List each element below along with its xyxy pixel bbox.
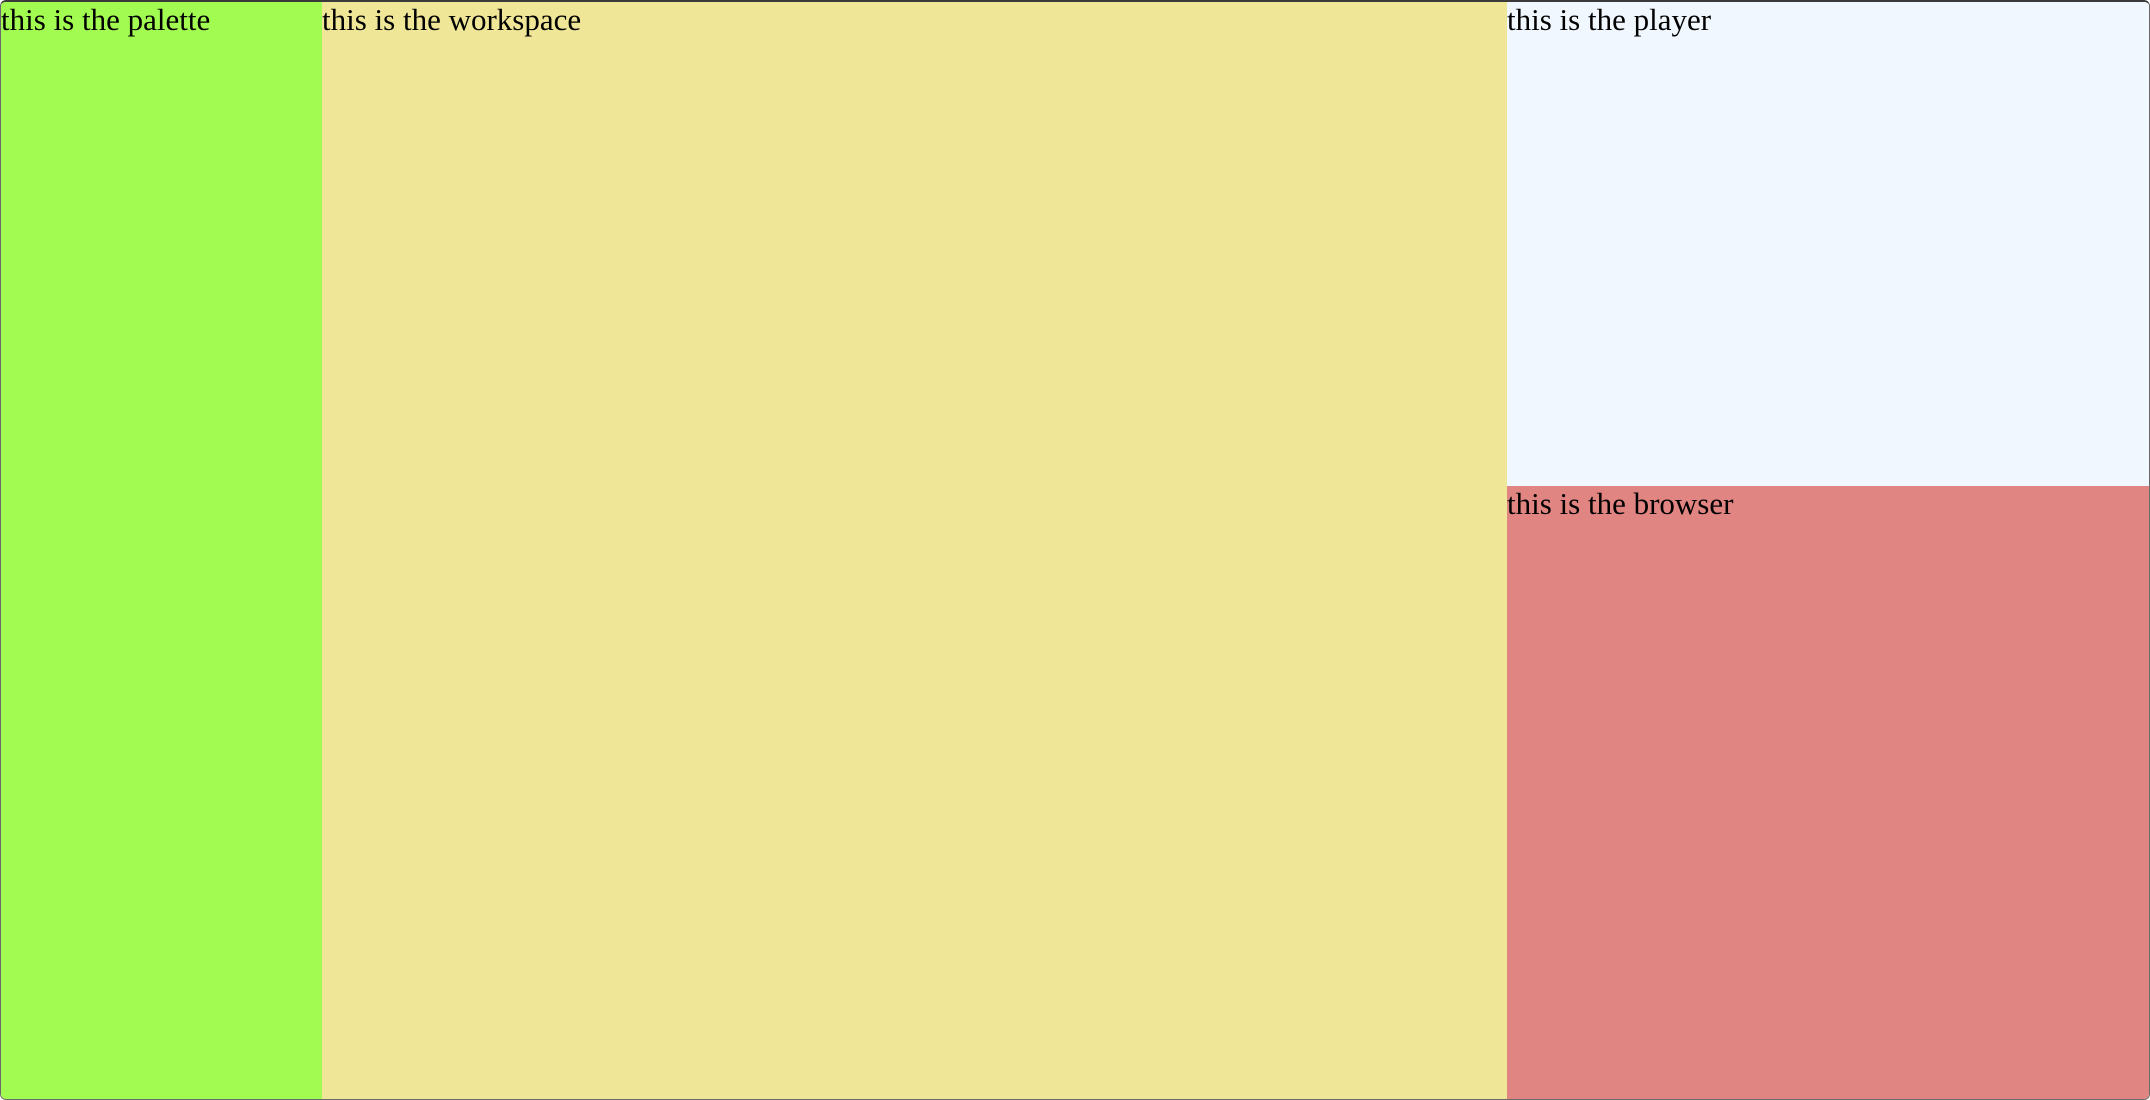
workspace-pane[interactable]: this is the workspace	[322, 2, 1507, 1099]
palette-pane[interactable]: this is the palette	[1, 2, 322, 1099]
palette-label: this is the palette	[1, 2, 211, 37]
browser-label: this is the browser	[1507, 486, 1734, 521]
player-label: this is the player	[1507, 2, 1712, 37]
player-pane[interactable]: this is the player	[1507, 2, 2149, 486]
app-window: this is the palette this is the workspac…	[0, 0, 2150, 1100]
workspace-label: this is the workspace	[322, 2, 582, 37]
browser-pane[interactable]: this is the browser	[1507, 486, 2149, 1099]
